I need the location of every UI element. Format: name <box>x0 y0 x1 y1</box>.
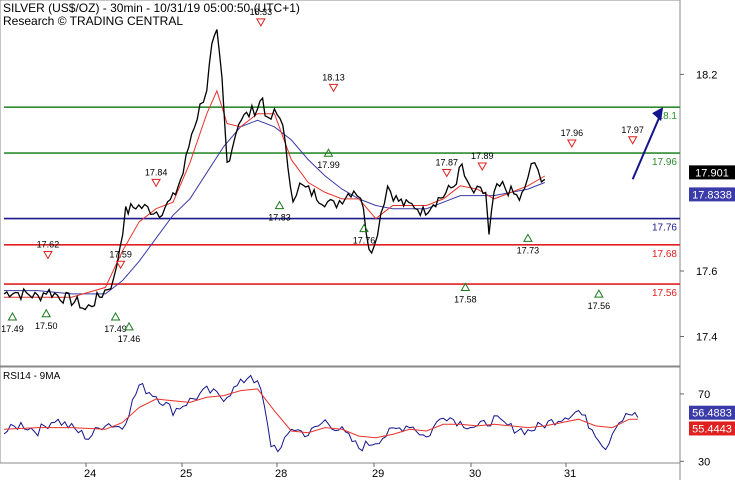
rsi-panel-frame <box>0 366 681 464</box>
swing-high-label: 17.96 <box>561 128 584 138</box>
swing-low-label: 17.50 <box>35 321 58 331</box>
swing-low-label: 17.49 <box>104 324 127 334</box>
swing-high-label: 17.59 <box>109 249 132 259</box>
x-tick-label: 31 <box>564 468 576 480</box>
price-tick-label: 18.2 <box>696 69 717 81</box>
research-credit: Research © TRADING CENTRAL <box>3 14 183 28</box>
x-tick-label: 24 <box>84 468 96 480</box>
fast-ma-line <box>4 89 546 298</box>
chart-title: SILVER (US$/OZ) - 30min - 10/31/19 05:00… <box>3 1 300 15</box>
swing-low-label: 17.46 <box>118 334 141 344</box>
rsi-tag-label: 56.4883 <box>692 408 732 420</box>
swing-low-label: 17.73 <box>517 245 540 255</box>
swing-low-label: 17.83 <box>268 213 291 223</box>
price-chart-svg: 17.417.618.218.117.9617.7617.6817.5617.4… <box>0 0 735 480</box>
swing-low-label: 17.99 <box>317 160 340 170</box>
swing-high-marker <box>441 169 452 178</box>
forecast-arrow-shaft <box>631 112 663 180</box>
price-tag-label: 17.8338 <box>692 189 732 201</box>
rsi-tag-label: 55.4443 <box>692 423 732 435</box>
swing-low-marker <box>523 233 533 242</box>
swing-high-marker <box>43 250 53 260</box>
level-label: 17.96 <box>652 157 677 168</box>
swing-high-label: 17.84 <box>145 167 168 177</box>
swing-low-marker <box>7 312 18 321</box>
swing-high-marker <box>256 18 266 27</box>
swing-low-label: 17.49 <box>1 324 24 334</box>
swing-high-marker <box>328 83 339 93</box>
swing-high-marker <box>566 139 577 149</box>
swing-low-marker <box>41 308 52 318</box>
x-tick-label: 29 <box>372 468 384 480</box>
swing-low-marker <box>359 223 369 233</box>
x-tick-label: 25 <box>180 468 192 480</box>
rsi-title: RSI14 - 9MA <box>3 371 61 382</box>
rsi-tick-label: 30 <box>698 456 710 468</box>
swing-high-marker <box>627 136 638 145</box>
price-tag-label: 17.901 <box>695 167 729 179</box>
level-label: 17.68 <box>652 249 677 260</box>
swing-high-label: 17.89 <box>471 151 494 161</box>
price-tick-label: 17.4 <box>696 332 717 344</box>
rsi-line <box>3 374 639 453</box>
chart-stage: SILVER (US$/OZ) - 30min - 10/31/19 05:00… <box>0 0 735 480</box>
swing-low-label: 17.56 <box>588 301 611 311</box>
swing-low-marker <box>594 289 604 298</box>
swing-high-label: 18.13 <box>322 72 345 82</box>
level-label: 17.56 <box>652 288 677 299</box>
slow-ma-line <box>4 119 545 295</box>
swing-low-label: 17.58 <box>454 295 477 305</box>
swing-high-label: 17.97 <box>621 125 644 135</box>
level-label: 17.76 <box>652 223 677 234</box>
swing-low-marker <box>274 200 285 210</box>
swing-high-marker <box>151 178 161 188</box>
swing-high-marker <box>477 162 488 171</box>
swing-low-label: 17.76 <box>353 236 376 246</box>
price-panel-frame <box>0 0 681 367</box>
price-tick-label: 17.6 <box>696 266 717 278</box>
swing-low-marker <box>110 312 121 321</box>
price-line <box>3 29 546 311</box>
rsi-tick-label: 70 <box>698 389 710 401</box>
rsi-ma-line <box>3 388 638 439</box>
x-tick-label: 28 <box>275 468 287 480</box>
x-tick-label: 30 <box>469 468 481 480</box>
swing-high-label: 17.62 <box>37 239 60 249</box>
swing-high-label: 17.87 <box>436 158 459 168</box>
